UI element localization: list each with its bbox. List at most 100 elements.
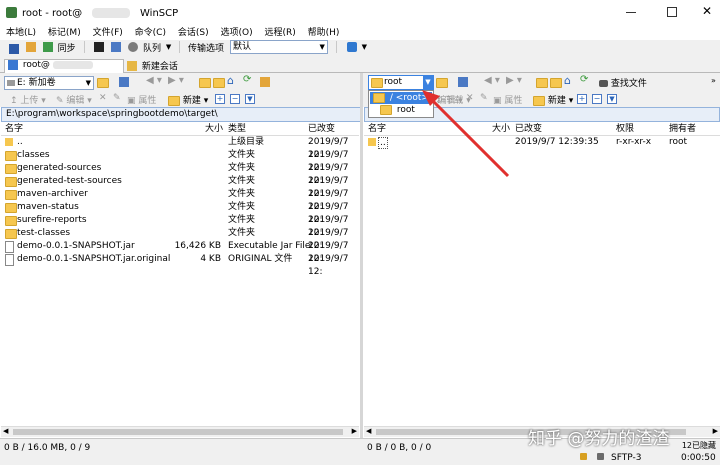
parent-dir-icon[interactable] [199,78,211,88]
edit-button[interactable]: ✎ 编辑 ▾ [56,93,92,106]
sync-icon[interactable] [42,42,53,52]
root-dir-icon[interactable] [213,78,225,88]
forward-icon[interactable]: ▶ ▾ [168,75,184,86]
scroll-left-icon[interactable]: ◀ [3,427,8,435]
settings-icon[interactable] [128,42,139,52]
annotation-arrow [422,90,510,178]
more-icon[interactable]: » [711,76,716,85]
menu-remote[interactable]: 远程(R) [264,26,295,40]
home-icon[interactable]: ⌂ [227,74,234,87]
new-button[interactable]: 新建 ▾ [168,93,208,106]
sync-browse-icon[interactable] [25,42,36,52]
col-type[interactable]: 类型 [228,123,246,135]
properties-button[interactable]: ▣ 属性 [127,93,156,106]
table-row[interactable]: demo-0.0.1-SNAPSHOT.jar 16,426 KB Execut… [1,240,359,264]
transfer-options-label: 传输选项 [188,43,225,54]
table-row[interactable]: .. 上级目录 2019/9/7 12: [1,136,359,160]
remote-status: 0 B / 0 B, 0 / 0 [367,443,432,453]
menu-session[interactable]: 会话(S) [178,26,209,40]
col-name[interactable]: 名字 [5,123,23,135]
title-bar: root - root@ WinSCP ✕ [0,0,720,26]
terminal-icon[interactable] [94,42,105,52]
root-dir-icon[interactable] [550,78,562,88]
refresh-icon[interactable]: ⟳ [243,74,251,85]
preferences-dropdown-icon[interactable]: ▼ [362,43,367,51]
sync-dirs-icon[interactable] [260,77,270,87]
col-size[interactable]: 大小 [205,123,223,135]
menu-command[interactable]: 命令(C) [135,26,166,40]
menu-help[interactable]: 帮助(H) [308,26,340,40]
drive-icon [7,80,15,86]
window-title: root - root@ [22,8,83,19]
table-row[interactable]: generated-sources 文件夹 2019/9/7 12: [1,162,359,186]
local-scrollbar[interactable]: ◀ ▶ [1,426,359,437]
hostname-redaction [52,61,93,69]
filter-files-icon[interactable]: ▼ [245,94,255,104]
scroll-left-icon[interactable]: ◀ [366,427,371,435]
upload-button[interactable]: ↥ 上传 ▾ [10,93,46,106]
pane-splitter[interactable] [360,73,363,438]
rename-icon[interactable]: ✎ [113,93,121,103]
delete-icon[interactable]: ✕ [99,93,107,103]
table-row[interactable]: generated-test-sources 文件夹 2019/9/7 12: [1,175,359,199]
app-icon [6,7,17,18]
chevron-down-icon: ▼ [319,43,325,51]
col-name[interactable]: 名字 [368,123,386,135]
menu-mark[interactable]: 标记(M) [48,26,81,40]
local-path-bar[interactable]: E:\program\workspace\springbootdemo\targ… [1,107,361,122]
select-all-icon[interactable]: + [215,94,225,104]
explorer-icon[interactable] [111,42,122,52]
folder-icon [380,104,392,115]
maximize-icon[interactable] [667,7,677,17]
local-drive-select[interactable]: E: 新加卷 ▼ [4,76,94,90]
select-all-icon[interactable]: + [577,94,587,104]
col-permissions[interactable]: 权限 [616,123,634,135]
find-files-button[interactable]: 查找文件 [599,76,647,89]
home-icon[interactable]: ⌂ [564,74,571,87]
filter-files-icon[interactable]: ▼ [607,94,617,104]
table-row[interactable]: maven-status 文件夹 2019/9/7 12: [1,201,359,225]
deselect-icon[interactable]: − [230,94,240,104]
close-icon[interactable]: ✕ [702,4,712,18]
refresh-icon[interactable]: ⟳ [580,74,588,85]
col-changed[interactable]: 已改变 [308,123,335,135]
folder-icon [5,203,17,213]
back-icon[interactable]: ◀ ▾ [146,75,162,86]
local-status: 0 B / 16.0 MB, 0 / 9 [4,443,91,453]
scroll-thumb[interactable] [13,429,343,435]
table-row[interactable]: maven-archiver 文件夹 2019/9/7 12: [1,188,359,212]
filter-icon[interactable] [119,77,129,87]
minimize-icon[interactable] [626,12,636,13]
preferences-icon[interactable] [346,42,357,52]
parent-dir-icon [5,138,13,146]
transfer-options-select[interactable]: 默认 ▼ [229,40,328,54]
folder-icon [373,92,385,103]
deselect-icon[interactable]: − [592,94,602,104]
open-folder-icon[interactable] [97,78,109,88]
menu-file[interactable]: 文件(F) [93,26,123,40]
folder-icon [5,216,17,226]
grid-icon[interactable] [9,44,19,54]
tab-new-session[interactable]: 新建会话 [124,59,192,72]
menu-options[interactable]: 选项(O) [220,26,252,40]
col-owner[interactable]: 拥有者 [669,123,696,135]
main-toolbar: 同步 队列 ▼ 传输选项 默认 ▼ ▼ [0,40,720,59]
queue-label[interactable]: 队列 [143,41,161,54]
sync-label[interactable]: 同步 [58,41,76,54]
tab-session[interactable]: root@ [4,59,124,73]
elapsed-time: 0:00:50 [681,453,716,463]
scroll-right-icon[interactable]: ▶ [352,427,357,435]
parent-dir-icon[interactable] [536,78,548,88]
jar-file-icon [5,241,14,253]
new-session-icon [127,60,137,71]
menu-local[interactable]: 本地(L) [6,26,36,40]
table-row[interactable]: test-classes 文件夹 2019/9/7 12: [1,227,359,251]
lock-icon [580,453,587,460]
scroll-right-icon[interactable]: ▶ [713,427,718,435]
table-row[interactable]: classes 文件夹 2019/9/7 12: [1,149,359,173]
queue-dropdown-icon[interactable]: ▼ [166,43,171,51]
table-row[interactable]: surefire-reports 文件夹 2019/9/7 12: [1,214,359,238]
new-button[interactable]: 新建 ▾ [533,93,573,106]
connection-icon [597,453,604,460]
table-row[interactable]: demo-0.0.1-SNAPSHOT.jar.original 4 KB OR… [1,253,359,277]
